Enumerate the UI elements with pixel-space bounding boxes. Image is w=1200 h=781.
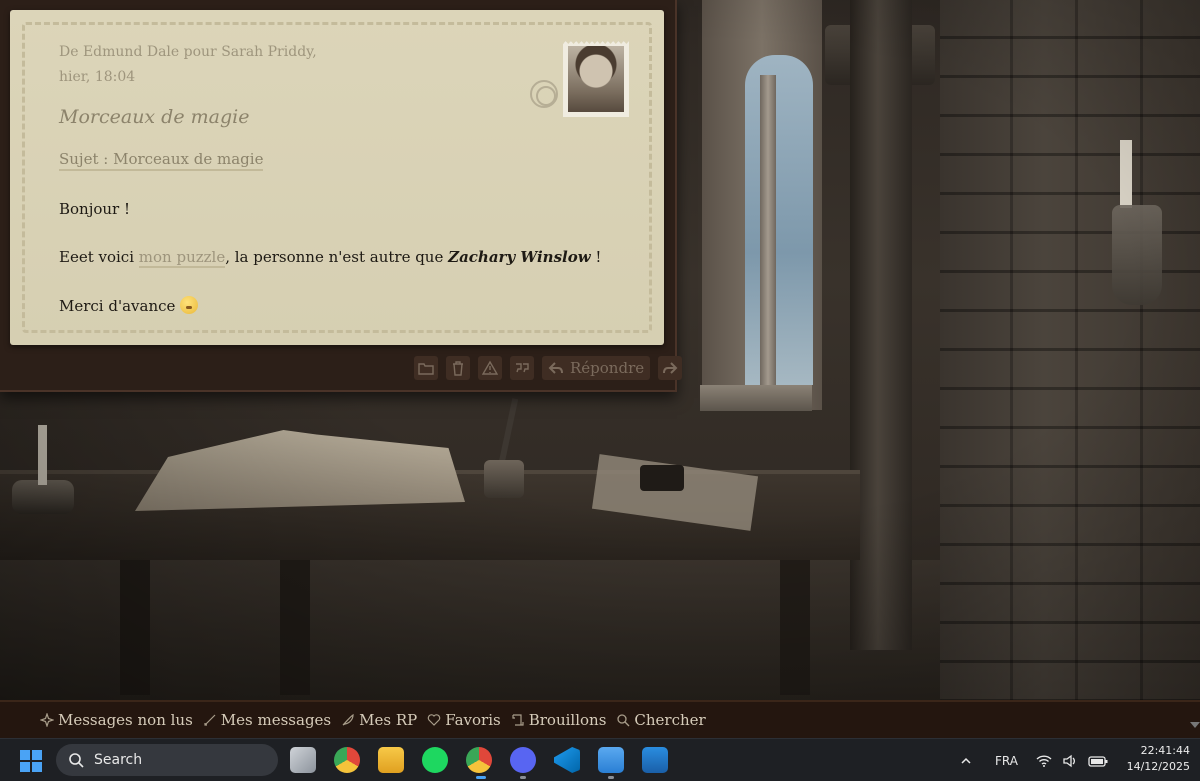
search-placeholder: Search [94,752,143,768]
running-indicator [608,776,614,779]
chevron-up-icon [961,757,971,764]
windows-taskbar: Search FRA 22:41:44 14/12/2025 [0,738,1200,781]
system-tray-icons[interactable] [1036,739,1108,781]
notepad-icon[interactable] [598,747,624,773]
body-text: Eeet voici [59,248,139,266]
taskbar-clock[interactable]: 22:41:44 14/12/2025 [1116,743,1190,775]
body-text: , la personne n'est autre que [225,248,449,266]
search-icon [617,714,630,727]
emoji-icon [180,296,199,314]
reply-label: Répondre [570,359,645,377]
avatar [568,46,624,112]
letter-meta: De Edmund Dale pour Sarah Priddy, hier, … [59,40,317,90]
clock-time: 22:41:44 [1140,744,1190,757]
file-explorer-icon[interactable] [378,747,404,773]
forward-arrow-icon [663,362,678,374]
nav-label: Brouillons [528,711,607,729]
heart-icon [427,714,441,726]
volume-icon [1063,754,1075,767]
nav-unread-messages[interactable]: Messages non lus [40,711,193,729]
body-line-puzzle: Eeet voici mon puzzle, la personne n'est… [59,248,602,268]
from-line: De Edmund Dale pour Sarah Priddy, [59,44,317,60]
quote-button[interactable] [510,356,534,380]
vscode-icon[interactable] [554,747,580,773]
nav-label: Mes RP [359,711,418,729]
feather-icon [342,713,354,726]
nav-label: Favoris [445,711,501,729]
character-name: Zachary Winslow [448,248,591,266]
puzzle-link[interactable]: mon puzzle [138,248,226,268]
reply-button[interactable]: Répondre [542,356,651,380]
start-button[interactable] [20,750,42,772]
folder-icon [418,363,434,375]
scroll-down-arrow[interactable] [1190,722,1200,728]
delete-button[interactable] [446,356,470,380]
windows-logo-icon [20,750,30,760]
search-icon [69,753,84,768]
language-indicator[interactable]: FRA [995,739,1018,781]
message-date: hier, 18:04 [59,69,136,85]
clock-date: 14/12/2025 [1126,760,1190,773]
windows-logo-icon [32,762,42,772]
scroll-icon [512,714,524,726]
body-thanks: Merci d'avance [59,296,199,315]
body-text: Merci d'avance [59,297,181,315]
nav-search[interactable]: Chercher [616,711,706,729]
message-actions: Répondre [414,356,683,380]
chrome-icon[interactable] [334,747,360,773]
quote-icon [516,363,529,373]
nav-my-messages[interactable]: Mes messages [203,711,331,729]
running-indicator [520,776,526,779]
trash-icon [453,361,463,376]
nav-favorites[interactable]: Favoris [427,711,501,729]
battery-icon [1088,755,1108,767]
body-text: ! [590,248,602,266]
windows-logo-icon [20,762,30,772]
tray-overflow-button[interactable] [960,739,972,781]
message-panel: De Edmund Dale pour Sarah Priddy, hier, … [0,0,683,392]
report-button[interactable] [478,356,502,380]
taskbar-search[interactable]: Search [56,744,278,776]
photos-icon[interactable] [642,747,668,773]
nav-label: Mes messages [220,711,332,729]
active-indicator [476,776,486,779]
body-greeting: Bonjour ! [59,200,131,218]
reply-arrow-icon [548,362,563,374]
sparkle-icon [40,713,54,727]
postmark-icon [530,80,558,108]
wifi-icon [1036,754,1052,767]
windows-logo-icon [32,750,42,760]
avatar-stamp[interactable] [563,41,629,117]
spotify-icon[interactable] [422,747,448,773]
move-folder-button[interactable] [414,356,438,380]
nav-label: Chercher [634,711,706,729]
message-title: Morceaux de magie [59,106,250,128]
chrome-profile-icon[interactable] [466,747,492,773]
message-subject[interactable]: Sujet : Morceaux de magie [59,150,264,171]
task-view-icon[interactable] [290,747,316,773]
quill-icon [204,714,216,726]
letter-card: De Edmund Dale pour Sarah Priddy, hier, … [10,10,664,345]
nav-label: Messages non lus [58,711,193,729]
nav-my-rp[interactable]: Mes RP [341,711,417,729]
forum-nav-bar: Messages non lus Mes messages Mes RP Fav… [0,700,1200,738]
nav-drafts[interactable]: Brouillons [511,711,607,729]
discord-icon[interactable] [510,747,536,773]
forward-button[interactable] [658,356,683,380]
warning-icon [482,360,498,375]
